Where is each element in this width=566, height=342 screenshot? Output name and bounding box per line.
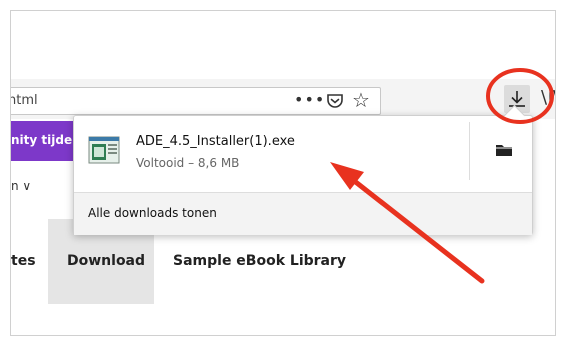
- downloads-panel: ADE_4.5_Installer(1).exe Voltooid – 8,6 …: [73, 104, 533, 235]
- address-bar[interactable]: html ••• ☆: [10, 87, 381, 115]
- installer-file-icon: [88, 136, 120, 164]
- sub-menu-dropdown[interactable]: n ∨: [11, 179, 31, 193]
- download-icon: [509, 91, 525, 107]
- community-banner[interactable]: nity tijdens: [11, 121, 88, 161]
- browser-screenshot: html ••• ☆ \|\ nity tijdens n ∨ tes Down…: [10, 10, 556, 336]
- page-actions-more-icon[interactable]: •••: [294, 90, 325, 109]
- star-icon[interactable]: ☆: [352, 90, 370, 110]
- pocket-icon[interactable]: [326, 92, 344, 110]
- library-icon[interactable]: \|\: [541, 87, 555, 108]
- folder-icon[interactable]: [494, 140, 514, 160]
- sub-menu-row: n ∨: [11, 161, 81, 201]
- item-divider: [469, 122, 470, 180]
- nav-item-download[interactable]: Download: [67, 253, 145, 269]
- nav-item-partial[interactable]: tes: [11, 253, 36, 269]
- show-all-downloads-button[interactable]: Alle downloads tonen: [74, 192, 532, 235]
- browser-toolbar: html ••• ☆ \|\: [10, 79, 555, 119]
- nav-item-sample-ebook-library[interactable]: Sample eBook Library: [173, 253, 346, 269]
- show-all-downloads-label: Alle downloads tonen: [88, 206, 217, 220]
- url-text: html: [10, 93, 38, 108]
- download-status: Voltooid – 8,6 MB: [136, 156, 240, 170]
- download-item[interactable]: ADE_4.5_Installer(1).exe Voltooid – 8,6 …: [74, 116, 532, 188]
- download-file-name: ADE_4.5_Installer(1).exe: [136, 134, 295, 149]
